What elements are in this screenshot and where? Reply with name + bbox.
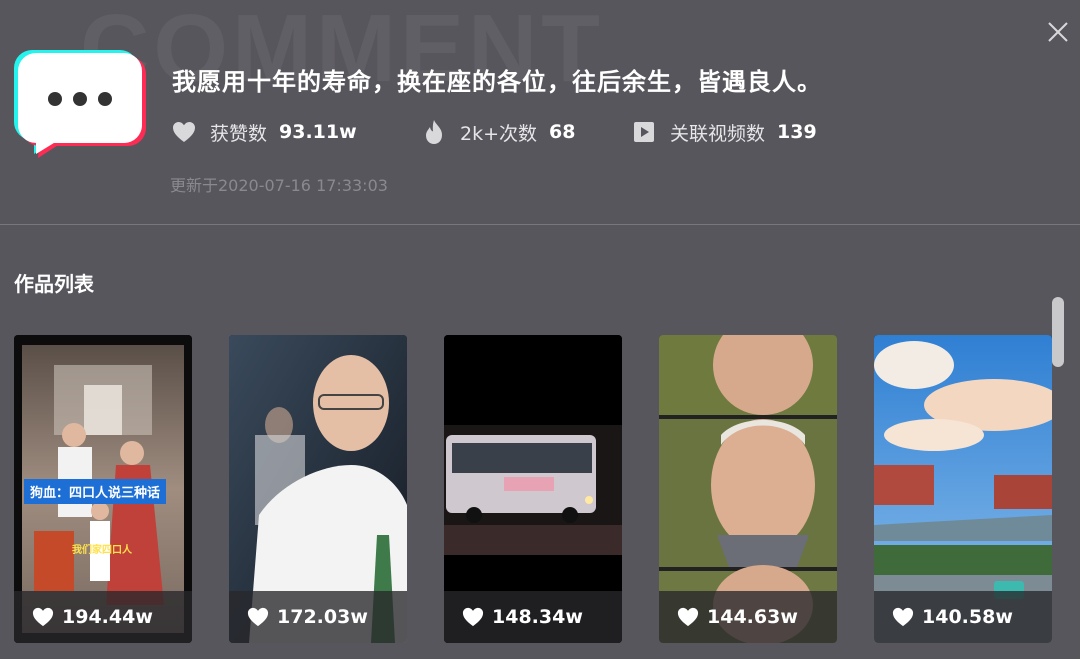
comment-bubble-icon	[14, 50, 146, 158]
stat-value: 139	[777, 121, 817, 143]
video-like-bar: 148.34w	[444, 591, 622, 643]
flame-icon	[420, 118, 448, 146]
video-overlay-caption: 我们家四口人	[72, 545, 132, 556]
video-like-count: 140.58w	[922, 606, 1013, 628]
stat-label: 2k+次数	[460, 122, 538, 145]
heart-icon	[892, 607, 914, 627]
video-like-bar: 144.63w	[659, 591, 837, 643]
video-like-count: 172.03w	[277, 606, 368, 628]
stat-label: 关联视频数	[670, 122, 766, 145]
video-card[interactable]: 狗血：四口人说三种话 我们家四口人 194.44w	[14, 335, 192, 643]
video-card[interactable]: 172.03w	[229, 335, 407, 643]
close-icon[interactable]	[1044, 18, 1072, 46]
stat-usage: 2k+次数 68	[420, 114, 575, 150]
heart-icon	[32, 607, 54, 627]
video-overlay-title: 狗血：四口人说三种话	[24, 479, 167, 504]
stat-likes: 获赞数 93.11w	[170, 114, 357, 150]
updated-timestamp: 更新于2020-07-16 17:33:03	[170, 176, 388, 195]
divider	[0, 224, 1080, 225]
video-like-count: 144.63w	[707, 606, 798, 628]
video-like-bar: 194.44w	[14, 591, 192, 643]
stat-label: 获赞数	[210, 122, 268, 145]
video-like-count: 148.34w	[492, 606, 583, 628]
video-like-bar: 172.03w	[229, 591, 407, 643]
stat-value: 93.11w	[279, 121, 357, 143]
video-card[interactable]: 140.58w	[874, 335, 1052, 643]
stat-value: 68	[549, 121, 576, 143]
video-card[interactable]: 144.63w	[659, 335, 837, 643]
scrollbar-thumb[interactable]	[1052, 297, 1064, 367]
stat-related-videos: 关联视频数 139	[630, 114, 817, 150]
heart-icon	[462, 607, 484, 627]
heart-icon	[677, 607, 699, 627]
video-like-bar: 140.58w	[874, 591, 1052, 643]
heart-icon	[247, 607, 269, 627]
comment-title: 我愿用十年的寿命，换在座的各位，往后余生，皆遇良人。	[172, 68, 822, 96]
video-card[interactable]: 148.34w	[444, 335, 622, 643]
video-like-count: 194.44w	[62, 606, 153, 628]
heart-icon	[170, 118, 198, 146]
section-title: 作品列表	[14, 272, 94, 296]
video-play-icon	[630, 118, 658, 146]
